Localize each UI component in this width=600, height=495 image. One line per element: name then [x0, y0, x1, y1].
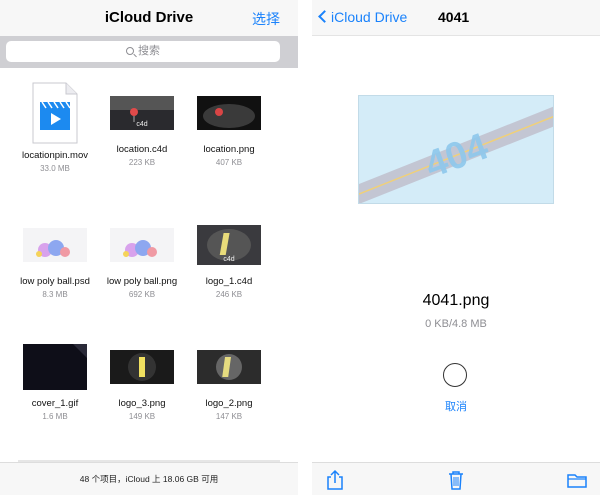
file-detail-screen: iCloud Drive 4041 404 4041.png 0 KB/4.8 … [312, 0, 600, 495]
file-size: 8.3 MB [42, 290, 68, 299]
file-name: cover_1.gif [31, 398, 79, 409]
navigation-bar: iCloud Drive 选择 [0, 0, 298, 36]
file-type-badge: c4d [136, 121, 148, 128]
file-item[interactable]: c4d location.c4d 223 KB [102, 82, 182, 167]
image-preview: 404 [358, 95, 554, 204]
chevron-left-icon [318, 10, 331, 23]
file-name: logo_1.c4d [205, 276, 253, 287]
file-item[interactable]: low poly ball.png 692 KB [102, 214, 182, 299]
file-name: locationpin.mov [21, 150, 88, 161]
file-thumbnail [23, 228, 87, 262]
back-label: iCloud Drive [331, 9, 408, 25]
file-name: location.c4d [116, 144, 168, 155]
file-item[interactable]: logo_2.png 147 KB [189, 336, 269, 421]
select-button[interactable]: 选择 [252, 9, 280, 29]
back-button[interactable]: iCloud Drive [318, 9, 408, 25]
file-thumbnail [30, 82, 80, 144]
file-item[interactable]: location.png 407 KB [189, 82, 269, 167]
file-thumbnail [197, 96, 261, 130]
folder-icon[interactable] [566, 469, 588, 491]
cancel-button[interactable]: 取消 [312, 398, 600, 414]
navigation-bar: iCloud Drive 4041 [312, 0, 600, 36]
file-size: 246 KB [215, 290, 243, 299]
file-name: location.png [203, 144, 255, 155]
file-thumbnail: c4d [197, 225, 261, 265]
file-size: 692 KB [128, 290, 156, 299]
file-name: low poly ball.psd [20, 276, 90, 287]
bottom-toolbar [312, 462, 600, 495]
file-item[interactable]: locationpin.mov 33.0 MB [15, 82, 95, 173]
page-title: 4041 [438, 9, 470, 25]
search-icon [126, 47, 134, 55]
storage-status: 48 个项目，iCloud 上 18.06 GB 可用 [0, 462, 298, 495]
file-item[interactable]: c4d logo_1.c4d 246 KB [189, 214, 269, 299]
file-type-badge: c4d [223, 256, 235, 263]
search-placeholder: 搜索 [138, 45, 160, 57]
file-item[interactable]: logo_3.png 149 KB [102, 336, 182, 421]
trash-icon[interactable] [445, 469, 467, 491]
share-icon[interactable] [324, 469, 346, 491]
file-browser-screen: iCloud Drive 选择 搜索 locationpin.mov 33.0 M… [0, 0, 298, 495]
preview-404-illustration: 404 [359, 96, 553, 203]
search-input[interactable]: 搜索 [6, 41, 280, 62]
file-size: 223 KB [128, 158, 156, 167]
file-size: 149 KB [128, 412, 156, 421]
file-thumbnail [110, 350, 174, 384]
file-item[interactable]: low poly ball.psd 8.3 MB [15, 214, 95, 299]
file-size: 407 KB [215, 158, 243, 167]
download-progress-text: 0 KB/4.8 MB [425, 318, 487, 330]
search-bar: 搜索 [0, 36, 298, 68]
download-progress-ring [443, 363, 467, 387]
screen-divider [298, 0, 312, 495]
file-item[interactable]: cover_1.gif 1.6 MB [15, 336, 95, 421]
file-thumbnail [110, 228, 174, 262]
file-thumbnail [23, 344, 87, 390]
file-name: logo_2.png [205, 398, 253, 409]
file-thumbnail [197, 350, 261, 384]
file-size: 147 KB [215, 412, 243, 421]
file-name: low poly ball.png [106, 276, 178, 287]
file-name: 4041.png [422, 292, 490, 309]
file-thumbnail: c4d [110, 96, 174, 130]
file-name: logo_3.png [118, 398, 166, 409]
file-size: 1.6 MB [42, 412, 68, 421]
file-size: 33.0 MB [40, 164, 70, 173]
